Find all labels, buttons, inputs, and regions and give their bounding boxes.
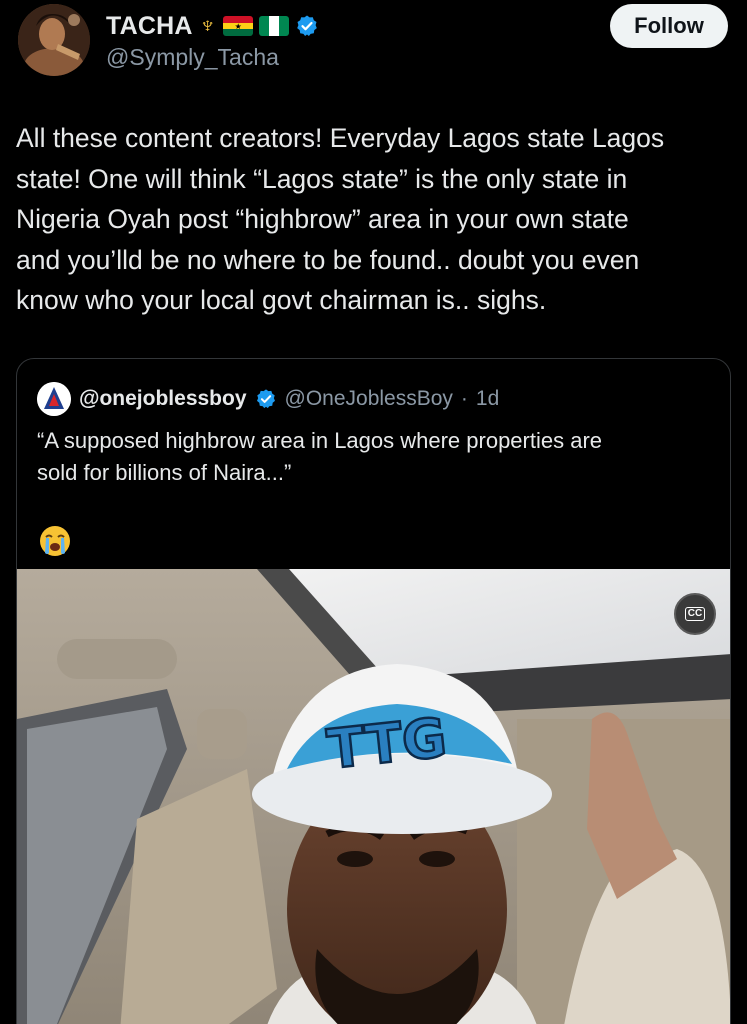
verified-badge-icon xyxy=(256,389,275,409)
video-frame: TTG xyxy=(17,569,730,1024)
follow-button[interactable]: Follow xyxy=(610,4,728,48)
trident-icon: ♆ xyxy=(198,12,217,39)
quoted-text: “A supposed highbrow area in Lagos where… xyxy=(37,425,717,489)
verified-badge-icon xyxy=(296,15,317,36)
dot-separator: · xyxy=(460,387,468,410)
quoted-line: sold for billions of Naira...” xyxy=(37,460,292,485)
tweet-text: All these content creators! Everyday Lag… xyxy=(16,118,731,321)
quoted-handle[interactable]: @OneJoblessBoy xyxy=(285,387,453,411)
quoted-display-name[interactable]: @onejoblessboy xyxy=(79,387,247,411)
post: TACHA ♆ ★ @Symply_Tacha Follow All these… xyxy=(0,0,747,1024)
video-player[interactable]: TTG CC xyxy=(17,569,730,1024)
captions-button[interactable]: CC xyxy=(674,593,716,635)
ghana-flag-icon: ★ xyxy=(222,16,253,36)
quoted-line: “A supposed highbrow area in Lagos where… xyxy=(37,428,603,453)
cc-label: CC xyxy=(684,607,706,621)
nigeria-flag-icon xyxy=(258,16,289,36)
avatar[interactable] xyxy=(18,4,90,76)
post-header: TACHA ♆ ★ @Symply_Tacha Follow xyxy=(18,4,728,80)
cap-logo: TTG xyxy=(324,706,449,781)
display-name[interactable]: TACHA xyxy=(106,12,193,41)
tweet-line: and you’lld be no where to be found.. do… xyxy=(16,244,640,275)
tweet-line: state! One will think “Lagos state” is t… xyxy=(16,163,628,194)
tweet-line: Nigeria Oyah post “highbrow” area in you… xyxy=(16,204,629,234)
handle[interactable]: @Symply_Tacha xyxy=(106,44,319,71)
quoted-avatar[interactable] xyxy=(37,382,71,416)
crying-face-emoji: 😭 xyxy=(40,526,70,556)
quoted-timestamp[interactable]: 1d xyxy=(476,387,499,411)
tweet-line: know who your local govt chairman is.. s… xyxy=(16,285,547,315)
tweet-line: All these content creators! Everyday Lag… xyxy=(16,123,665,153)
quoted-header: @onejoblessboy @OneJoblessBoy · 1d xyxy=(37,381,499,417)
quoted-tweet[interactable]: @onejoblessboy @OneJoblessBoy · 1d “A su… xyxy=(16,358,731,1024)
